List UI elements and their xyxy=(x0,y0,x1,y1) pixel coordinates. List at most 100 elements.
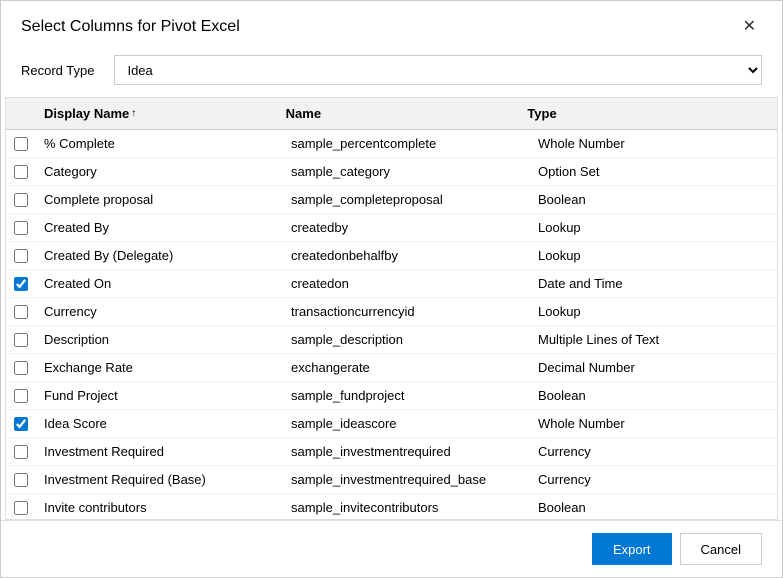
row-checkbox-cell xyxy=(6,441,36,463)
record-type-select[interactable]: Idea xyxy=(114,55,762,85)
row-checkbox[interactable] xyxy=(14,249,28,263)
dialog-title: Select Columns for Pivot Excel xyxy=(21,18,240,36)
dialog-title-bar: Select Columns for Pivot Excel ✕ xyxy=(1,1,782,47)
row-checkbox[interactable] xyxy=(14,417,28,431)
table-row: Exchange RateexchangerateDecimal Number xyxy=(6,354,777,382)
row-display-name: % Complete xyxy=(36,132,283,155)
row-type: Multiple Lines of Text xyxy=(530,328,777,351)
row-checkbox[interactable] xyxy=(14,137,28,151)
table-row: CurrencytransactioncurrencyidLookup xyxy=(6,298,777,326)
record-type-label: Record Type xyxy=(21,63,94,78)
row-name: sample_ideascore xyxy=(283,412,530,435)
table-header: Display Name ↑ Name Type xyxy=(6,98,777,130)
table-row: Created BycreatedbyLookup xyxy=(6,214,777,242)
row-name: createdon xyxy=(283,272,530,295)
row-display-name: Investment Required xyxy=(36,440,283,463)
columns-table: Display Name ↑ Name Type % Completesampl… xyxy=(5,97,778,520)
row-name: createdonbehalfby xyxy=(283,244,530,267)
row-name: sample_category xyxy=(283,160,530,183)
table-row: Invite contributorssample_invitecontribu… xyxy=(6,494,777,519)
row-display-name: Complete proposal xyxy=(36,188,283,211)
row-checkbox-cell xyxy=(6,497,36,519)
row-checkbox-cell xyxy=(6,469,36,491)
row-display-name: Investment Required (Base) xyxy=(36,468,283,491)
row-display-name: Description xyxy=(36,328,283,351)
row-checkbox-cell xyxy=(6,385,36,407)
row-checkbox-cell xyxy=(6,329,36,351)
row-checkbox-cell xyxy=(6,413,36,435)
row-checkbox[interactable] xyxy=(14,165,28,179)
row-name: sample_investmentrequired xyxy=(283,440,530,463)
table-body: % Completesample_percentcompleteWhole Nu… xyxy=(6,130,777,519)
table-row: Fund Projectsample_fundprojectBoolean xyxy=(6,382,777,410)
row-display-name: Created On xyxy=(36,272,283,295)
close-button[interactable]: ✕ xyxy=(737,17,762,37)
cancel-button[interactable]: Cancel xyxy=(680,533,762,565)
row-checkbox[interactable] xyxy=(14,473,28,487)
row-name: transactioncurrencyid xyxy=(283,300,530,323)
row-checkbox[interactable] xyxy=(14,277,28,291)
row-name: exchangerate xyxy=(283,356,530,379)
sort-arrow-display-name: ↑ xyxy=(131,108,136,119)
header-checkbox-col xyxy=(6,98,36,129)
select-columns-dialog: Select Columns for Pivot Excel ✕ Record … xyxy=(0,0,783,578)
table-row: Categorysample_categoryOption Set xyxy=(6,158,777,186)
row-type: Option Set xyxy=(530,160,777,183)
row-checkbox-cell xyxy=(6,161,36,183)
row-type: Currency xyxy=(530,468,777,491)
row-type: Lookup xyxy=(530,244,777,267)
row-display-name: Exchange Rate xyxy=(36,356,283,379)
row-type: Lookup xyxy=(530,300,777,323)
row-name: sample_fundproject xyxy=(283,384,530,407)
row-checkbox[interactable] xyxy=(14,445,28,459)
table-row: Created OncreatedonDate and Time xyxy=(6,270,777,298)
row-display-name: Invite contributors xyxy=(36,496,283,519)
row-checkbox-cell xyxy=(6,273,36,295)
table-row: Complete proposalsample_completeproposal… xyxy=(6,186,777,214)
row-display-name: Currency xyxy=(36,300,283,323)
row-display-name: Created By (Delegate) xyxy=(36,244,283,267)
row-name: sample_investmentrequired_base xyxy=(283,468,530,491)
export-button[interactable]: Export xyxy=(592,533,672,565)
row-display-name: Created By xyxy=(36,216,283,239)
row-type: Lookup xyxy=(530,216,777,239)
row-checkbox[interactable] xyxy=(14,361,28,375)
row-type: Date and Time xyxy=(530,272,777,295)
header-type: Type xyxy=(519,98,761,129)
row-type: Boolean xyxy=(530,188,777,211)
row-type: Boolean xyxy=(530,496,777,519)
record-type-row: Record Type Idea xyxy=(1,47,782,97)
row-name: sample_description xyxy=(283,328,530,351)
row-checkbox[interactable] xyxy=(14,305,28,319)
table-row: Descriptionsample_descriptionMultiple Li… xyxy=(6,326,777,354)
row-name: sample_percentcomplete xyxy=(283,132,530,155)
row-name: createdby xyxy=(283,216,530,239)
row-display-name: Category xyxy=(36,160,283,183)
row-display-name: Fund Project xyxy=(36,384,283,407)
table-row: Investment Required (Base)sample_investm… xyxy=(6,466,777,494)
dialog-footer: Export Cancel xyxy=(1,520,782,577)
header-name: Name xyxy=(278,98,520,129)
row-type: Decimal Number xyxy=(530,356,777,379)
row-checkbox[interactable] xyxy=(14,333,28,347)
row-checkbox[interactable] xyxy=(14,389,28,403)
row-type: Whole Number xyxy=(530,412,777,435)
header-display-name: Display Name ↑ xyxy=(36,98,278,129)
row-checkbox[interactable] xyxy=(14,501,28,515)
row-type: Whole Number xyxy=(530,132,777,155)
row-checkbox[interactable] xyxy=(14,193,28,207)
row-checkbox-cell xyxy=(6,133,36,155)
table-row: Created By (Delegate)createdonbehalfbyLo… xyxy=(6,242,777,270)
row-checkbox-cell xyxy=(6,357,36,379)
row-type: Boolean xyxy=(530,384,777,407)
row-checkbox-cell xyxy=(6,217,36,239)
row-checkbox-cell xyxy=(6,189,36,211)
row-checkbox-cell xyxy=(6,301,36,323)
table-row: Investment Requiredsample_investmentrequ… xyxy=(6,438,777,466)
row-name: sample_completeproposal xyxy=(283,188,530,211)
row-display-name: Idea Score xyxy=(36,412,283,435)
row-name: sample_invitecontributors xyxy=(283,496,530,519)
table-row: Idea Scoresample_ideascoreWhole Number xyxy=(6,410,777,438)
row-type: Currency xyxy=(530,440,777,463)
row-checkbox[interactable] xyxy=(14,221,28,235)
